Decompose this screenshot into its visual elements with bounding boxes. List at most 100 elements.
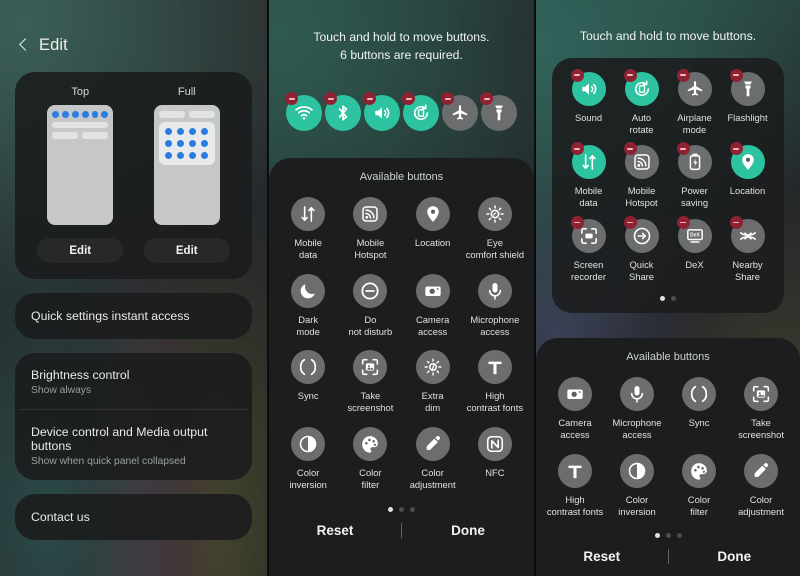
remove-badge-icon[interactable] [729,68,743,82]
page-dot[interactable] [671,295,676,301]
active-button-mobile-hotspot[interactable]: Mobile Hotspot [615,142,668,219]
remove-badge-icon[interactable] [729,142,743,156]
setting-row-title: Quick settings instant access [31,309,190,323]
active-button-wi-fi[interactable] [285,92,322,132]
preview-bar [158,111,185,118]
layout-option-top[interactable]: Top Edit [31,86,129,263]
active-button-power-saving[interactable]: Power saving [668,142,721,219]
remove-badge-icon[interactable] [570,216,584,230]
active-buttons-grid: Sound Auto rotate Airplane mode Flashlight Mob… [558,68,778,293]
available-button-do-not-disturb[interactable]: Do not disturb [339,273,401,351]
high-contrast-fonts-icon [477,350,512,385]
preview-dot [165,140,173,147]
active-grid-page-indicator[interactable] [558,293,778,301]
remove-badge-icon[interactable] [729,216,743,230]
page-dot[interactable] [410,506,415,512]
active-button-auto-rotate[interactable]: Auto rotate [615,68,668,146]
available-button-label: Microphone access [612,417,662,440]
remove-badge-icon[interactable] [676,68,690,82]
available-button-mobile-data[interactable]: Mobile data [277,197,339,274]
page-dot[interactable] [654,533,660,539]
available-button-color-filter[interactable]: Color filter [339,427,401,504]
active-button-quick-share[interactable]: Quick Share [615,216,668,293]
available-button-high-contrast-fonts[interactable]: High contrast fonts [544,453,606,531]
setting-row-quick-settings-instant-access[interactable]: Quick settings instant access [15,293,252,339]
active-button-nearby-share[interactable]: Nearby Share [721,216,774,293]
available-button-color-filter[interactable]: Color filter [668,453,730,531]
edit-button-top[interactable]: Edit [37,238,124,263]
preview-dot [201,152,209,159]
available-button-mobile-hotspot[interactable]: Mobile Hotspot [339,197,401,274]
available-button-color-adjustment[interactable]: Color adjustment [402,427,464,504]
active-button-dex[interactable]: DeX DeX [668,216,721,293]
available-button-camera-access[interactable]: Camera access [402,273,464,351]
page-dot[interactable] [399,506,404,512]
available-button-sync[interactable]: Sync [668,377,730,454]
available-button-color-inversion[interactable]: Color inversion [606,453,668,531]
active-button-screen-recorder[interactable]: Screen recorder [562,216,615,293]
preview-dot [177,140,185,147]
available-button-take-screenshot[interactable]: Take screenshot [339,350,401,427]
active-button-auto-rotate[interactable] [402,92,439,132]
available-button-label: Camera access [558,417,592,440]
preview-dot [189,128,197,135]
tile-wrapper [570,142,606,180]
header-bar: Edit [0,0,267,55]
done-button[interactable]: Done [669,549,800,564]
setting-row-brightness-control[interactable]: Brightness control Show always [15,353,252,409]
setting-row-contact-us[interactable]: Contact us [15,494,252,540]
available-button-extra-dim[interactable]: Extra dim [402,350,464,427]
back-arrow-icon[interactable] [17,39,30,52]
page-dot[interactable] [388,506,393,512]
page-indicator[interactable] [536,530,800,539]
active-button-sound[interactable]: Sound [562,68,615,146]
layout-option-full[interactable]: Full Edit [138,86,236,263]
active-button-bluetooth[interactable] [324,92,361,132]
svg-text:DeX: DeX [690,232,700,238]
edit-button-full[interactable]: Edit [143,238,230,263]
available-button-location[interactable]: Location [402,197,464,274]
preview-bar [188,111,215,118]
active-button-sound[interactable] [363,92,400,132]
remove-badge-icon[interactable] [623,68,637,82]
remove-badge-icon[interactable] [570,142,584,156]
active-buttons-row [269,64,534,132]
reset-button[interactable]: Reset [536,549,668,564]
tile-wrapper [623,216,659,254]
remove-badge-icon[interactable] [676,142,690,156]
available-button-color-inversion[interactable]: Color inversion [277,427,339,504]
active-button-flashlight[interactable] [480,92,517,132]
available-button-color-adjustment[interactable]: Color adjustment [730,453,792,531]
reset-button[interactable]: Reset [269,523,401,538]
active-button-mobile-data[interactable]: Mobile data [562,142,615,219]
mobile-data-icon [291,197,326,231]
active-button-flashlight[interactable]: Flashlight [721,68,774,146]
preview-dot [177,152,185,159]
preview-bar [52,132,79,139]
page-dot[interactable] [660,295,665,301]
footer-actions: Reset Done [536,538,800,576]
remove-badge-icon[interactable] [623,142,637,156]
active-button-airplane-mode[interactable] [441,92,478,132]
page-dot[interactable] [665,533,671,539]
available-button-eye-comfort-shield[interactable]: Eye comfort shield [464,197,526,274]
remove-badge-icon[interactable] [623,216,637,230]
setting-row-subtitle: Show when quick panel collapsed [31,456,186,467]
active-button-location[interactable]: Location [721,142,774,219]
remove-badge-icon[interactable] [570,68,584,82]
page-dot[interactable] [676,533,682,539]
available-button-dark-mode[interactable]: Dark mode [277,273,339,351]
active-button-airplane-mode[interactable]: Airplane mode [668,68,721,146]
done-button[interactable]: Done [402,523,534,538]
available-button-sync[interactable]: Sync [277,350,339,427]
setting-row-device-control-media-output[interactable]: Device control and Media output buttons … [15,410,252,480]
instruction-text: Touch and hold to move buttons. [536,0,800,46]
available-button-camera-access[interactable]: Camera access [544,377,606,454]
available-button-high-contrast-fonts[interactable]: High contrast fonts [464,350,526,427]
available-button-microphone-access[interactable]: Microphone access [606,377,668,454]
available-button-nfc[interactable]: NFC [464,427,526,504]
remove-badge-icon[interactable] [676,216,690,230]
available-button-take-screenshot[interactable]: Take screenshot [730,377,792,454]
page-indicator[interactable] [269,504,534,512]
available-button-microphone-access[interactable]: Microphone access [464,273,526,351]
